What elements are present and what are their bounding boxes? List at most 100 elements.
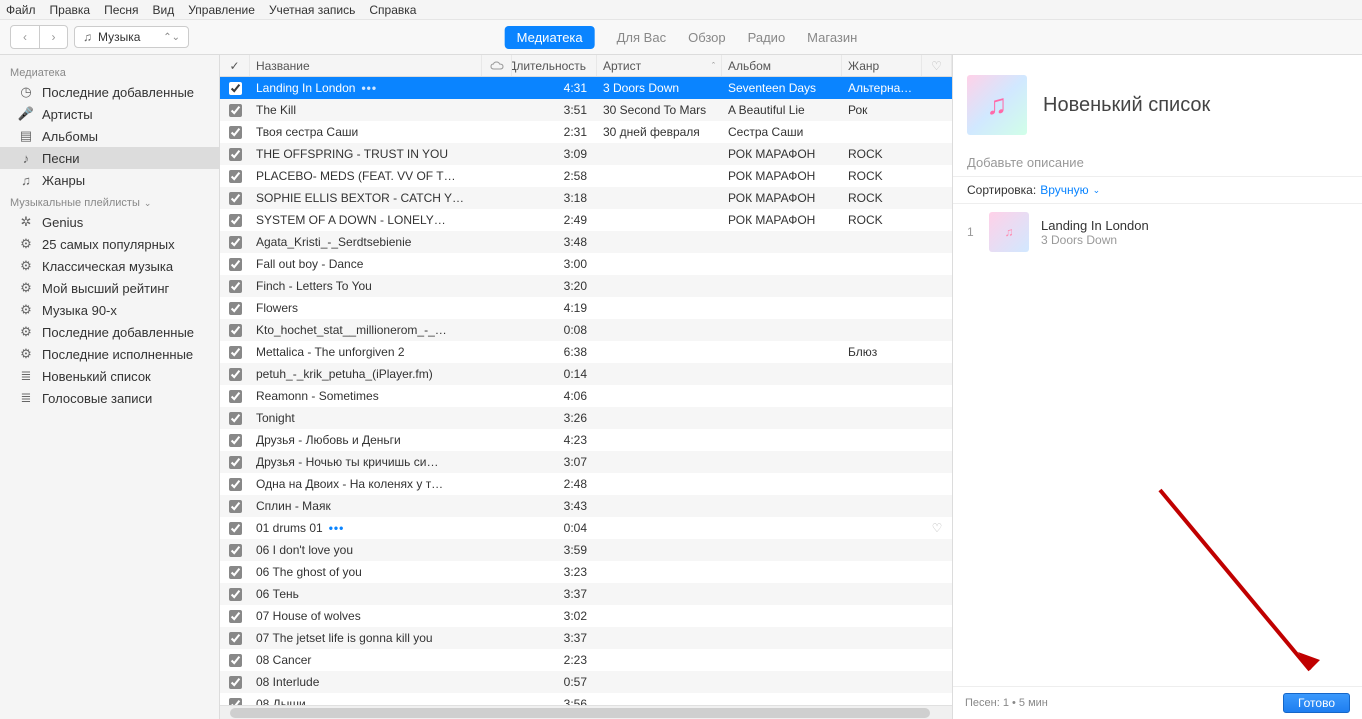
sidebar-item[interactable]: ▤Альбомы [0,125,219,147]
menu-файл[interactable]: Файл [6,3,36,17]
playlist-item[interactable]: 1♫Landing In London3 Doors Down [953,204,1362,260]
track-row[interactable]: Landing In London•••4:313 Doors DownSeve… [220,77,952,99]
back-button[interactable]: ‹ [11,26,39,48]
track-row[interactable]: SOPHIE ELLIS BEXTOR - CATCH Y…3:18РОК МА… [220,187,952,209]
done-button[interactable]: Готово [1283,693,1350,713]
track-row[interactable]: Reamonn - Sometimes4:06 [220,385,952,407]
track-checkbox[interactable] [229,170,242,183]
playlist-sort[interactable]: Сортировка: Вручную ⌄ [953,177,1362,204]
menu-правка[interactable]: Правка [50,3,91,17]
col-album[interactable]: Альбом [722,55,842,76]
track-checkbox[interactable] [229,566,242,579]
track-row[interactable]: Agata_Kristi_-_Serdtsebienie3:48 [220,231,952,253]
menu-учетная запись[interactable]: Учетная запись [269,3,355,17]
sidebar-item[interactable]: ✲Genius [0,211,219,233]
track-checkbox[interactable] [229,390,242,403]
track-checkbox[interactable] [229,192,242,205]
track-checkbox[interactable] [229,324,242,337]
tab-Обзор[interactable]: Обзор [688,30,726,45]
track-checkbox[interactable] [229,302,242,315]
track-checkbox[interactable] [229,346,242,359]
track-row[interactable]: 01 drums 01•••0:04♡ [220,517,952,539]
col-check[interactable]: ✓ [220,55,250,76]
track-checkbox[interactable] [229,214,242,227]
track-checkbox[interactable] [229,280,242,293]
track-row[interactable]: Kto_hochet_stat__millionerom_-_…0:08 [220,319,952,341]
sidebar-item[interactable]: ⚙Музыка 90-х [0,299,219,321]
track-row[interactable]: Mettalica - The unforgiven 26:38Блюз [220,341,952,363]
sidebar-item[interactable]: ⚙25 самых популярных [0,233,219,255]
track-checkbox[interactable] [229,236,242,249]
track-checkbox[interactable] [229,522,242,535]
track-checkbox[interactable] [229,588,242,601]
playlist-description[interactable]: Добавьте описание [953,149,1362,177]
tab-Магазин[interactable]: Магазин [807,30,857,45]
sidebar-item[interactable]: ≣Новенький список [0,365,219,387]
track-row[interactable]: Твоя сестра Саши2:3130 дней февраляСестр… [220,121,952,143]
track-row[interactable]: 08 Дыши3:56 [220,693,952,705]
forward-button[interactable]: › [39,26,67,48]
track-row[interactable]: 08 Cancer2:23 [220,649,952,671]
track-row[interactable]: PLACEBO- MEDS (FEAT. VV OF T…2:58РОК МАР… [220,165,952,187]
track-row[interactable]: SYSTEM OF A DOWN - LONELY…2:49РОК МАРАФО… [220,209,952,231]
track-row[interactable]: 06 I don't love you3:59 [220,539,952,561]
track-row[interactable]: Tonight3:26 [220,407,952,429]
track-row[interactable]: The Kill3:5130 Second To MarsA Beautiful… [220,99,952,121]
track-row[interactable]: 06 The ghost of you3:23 [220,561,952,583]
media-selector[interactable]: ♫ Музыка ⌃⌄ [74,26,189,48]
track-row[interactable]: Finch - Letters To You3:20 [220,275,952,297]
playlist-title[interactable]: Новенький список [1043,94,1210,117]
more-icon[interactable]: ••• [361,81,377,95]
track-checkbox[interactable] [229,632,242,645]
track-checkbox[interactable] [229,456,242,469]
track-checkbox[interactable] [229,610,242,623]
track-checkbox[interactable] [229,478,242,491]
track-checkbox[interactable] [229,412,242,425]
menu-вид[interactable]: Вид [153,3,175,17]
col-name[interactable]: Название [250,55,482,76]
track-row[interactable]: Друзья - Любовь и Деньги4:23 [220,429,952,451]
track-row[interactable]: Друзья - Ночью ты кричишь си…3:07 [220,451,952,473]
track-row[interactable]: Fall out boy - Dance3:00 [220,253,952,275]
col-love[interactable]: ♡ [922,55,952,76]
track-row[interactable]: THE OFFSPRING - TRUST IN YOU3:09РОК МАРА… [220,143,952,165]
col-duration[interactable]: Длительность [512,55,597,76]
sidebar-item[interactable]: ⚙Последние добавленные [0,321,219,343]
more-icon[interactable]: ••• [329,521,345,535]
horizontal-scrollbar[interactable] [220,705,952,719]
track-checkbox[interactable] [229,544,242,557]
track-row[interactable]: Сплин - Маяк3:43 [220,495,952,517]
track-checkbox[interactable] [229,434,242,447]
love-icon[interactable]: ♡ [922,521,952,535]
sidebar-item[interactable]: ♫Жанры [0,169,219,191]
track-checkbox[interactable] [229,676,242,689]
track-checkbox[interactable] [229,82,242,95]
menu-управление[interactable]: Управление [188,3,255,17]
track-row[interactable]: 07 The jetset life is gonna kill you3:37 [220,627,952,649]
menu-справка[interactable]: Справка [369,3,416,17]
track-checkbox[interactable] [229,368,242,381]
sidebar-item[interactable]: 🎤Артисты [0,103,219,125]
sidebar-item[interactable]: ⚙Мой высший рейтинг [0,277,219,299]
track-row[interactable]: Одна на Двоих - На коленях у т…2:48 [220,473,952,495]
track-checkbox[interactable] [229,654,242,667]
track-row[interactable]: 07 House of wolves3:02 [220,605,952,627]
sidebar-item[interactable]: ≣Голосовые записи [0,387,219,409]
col-cloud[interactable] [482,55,512,76]
sidebar-item[interactable]: ⚙Последние исполненные [0,343,219,365]
track-row[interactable]: 06 Тень3:37 [220,583,952,605]
track-checkbox[interactable] [229,104,242,117]
track-checkbox[interactable] [229,698,242,706]
track-row[interactable]: Flowers4:19 [220,297,952,319]
track-checkbox[interactable] [229,258,242,271]
menu-песня[interactable]: Песня [104,3,138,17]
sidebar-item[interactable]: ⚙Классическая музыка [0,255,219,277]
tab-Медиатека[interactable]: Медиатека [505,26,595,49]
track-checkbox[interactable] [229,500,242,513]
col-artist[interactable]: Артист ˆ [597,55,722,76]
track-row[interactable]: petuh_-_krik_petuha_(iPlayer.fm)0:14 [220,363,952,385]
track-checkbox[interactable] [229,148,242,161]
track-checkbox[interactable] [229,126,242,139]
sidebar-item[interactable]: ♪Песни [0,147,219,169]
col-genre[interactable]: Жанр [842,55,922,76]
